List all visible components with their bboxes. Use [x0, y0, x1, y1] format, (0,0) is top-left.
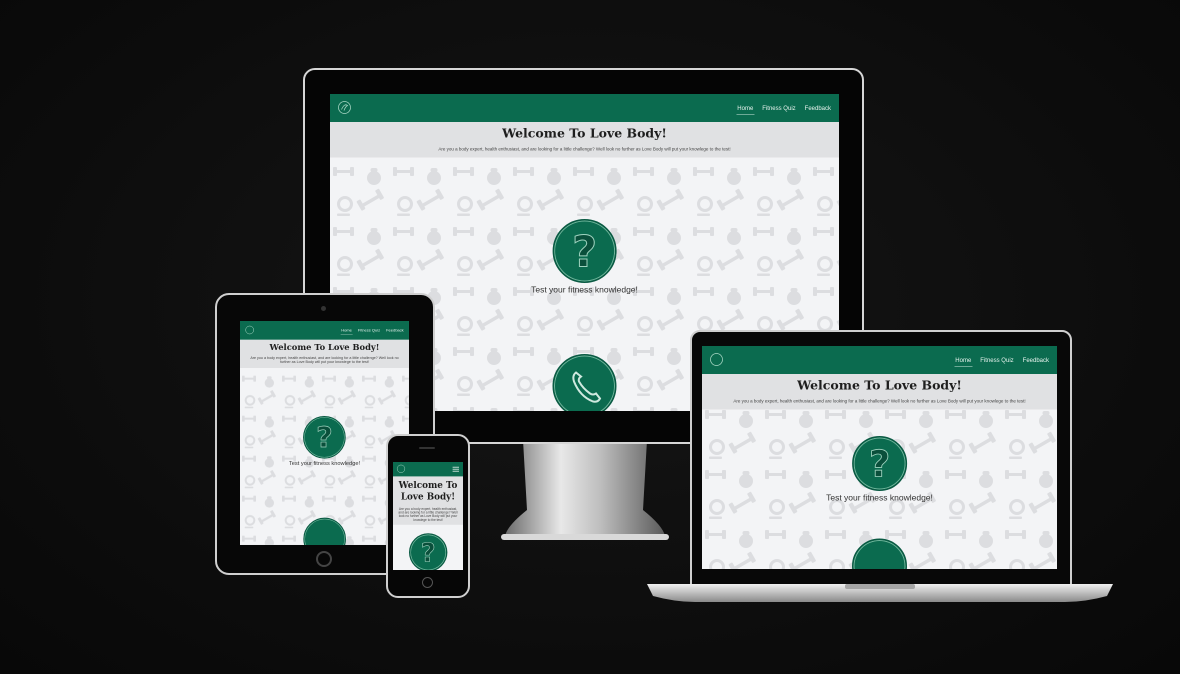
nav-link-home[interactable]: Home: [340, 326, 353, 335]
page-title: Welcome To Love Body!: [398, 480, 458, 502]
logo-icon[interactable]: [396, 464, 406, 474]
nav-link-feedback[interactable]: Feedback: [1022, 354, 1050, 367]
svg-text:?: ?: [572, 228, 597, 278]
quiz-card-label: Test your fitness knowledge!: [531, 285, 638, 295]
laptop-screen: Home Fitness Quiz Feedback Welcome To Lo…: [702, 346, 1057, 569]
svg-text:?: ?: [869, 443, 890, 486]
nav-link-fitness-quiz[interactable]: Fitness Quiz: [979, 354, 1014, 367]
hamburger-icon[interactable]: [452, 466, 459, 472]
page-title: Welcome To Love Body!: [269, 342, 380, 352]
contact-card[interactable]: [303, 517, 346, 545]
phone-speaker: [419, 447, 435, 449]
quiz-card-label: Test your fitness knowledge!: [288, 459, 361, 467]
contact-card[interactable]: [552, 354, 617, 411]
nav-link-home[interactable]: Home: [736, 101, 755, 115]
laptop-base: [647, 584, 1113, 602]
logo-icon[interactable]: [709, 352, 724, 367]
nav-link-feedback[interactable]: Feedback: [804, 102, 832, 115]
navbar: Home Fitness Quiz Feedback: [330, 94, 839, 122]
phone-icon[interactable]: [852, 538, 907, 569]
logo-icon[interactable]: [337, 100, 352, 115]
tablet-home-button[interactable]: [316, 551, 332, 567]
contact-card[interactable]: [852, 538, 907, 569]
quiz-card[interactable]: ? Test your fitness knowledge!: [826, 436, 933, 503]
tablet-screen: Home Fitness Quiz Feedback Welcome To Lo…: [240, 321, 409, 545]
question-mark-icon[interactable]: ?: [303, 415, 346, 459]
quiz-card[interactable]: ? Test your fitness knowledge!: [288, 415, 361, 467]
svg-text:?: ?: [421, 538, 436, 568]
page-title: Welcome To Love Body!: [502, 126, 667, 141]
nav-link-fitness-quiz[interactable]: Fitness Quiz: [357, 326, 381, 335]
phone-icon[interactable]: [303, 517, 346, 545]
laptop-device: Home Fitness Quiz Feedback Welcome To Lo…: [645, 328, 1115, 608]
intro-text: Are you a body expert, health enthusiast…: [438, 146, 731, 152]
nav-link-home[interactable]: Home: [954, 353, 973, 367]
phone-icon[interactable]: [552, 354, 617, 411]
intro-text: Are you a body expert, health enthusiast…: [733, 398, 1026, 404]
tablet-camera: [321, 306, 326, 311]
question-mark-icon[interactable]: ?: [552, 219, 617, 283]
logo-icon[interactable]: [245, 325, 255, 335]
quiz-card-label: Test your fitness knowledge!: [826, 493, 933, 503]
hero-section: Welcome To Love Body! Are you a body exp…: [330, 122, 839, 158]
svg-text:?: ?: [316, 421, 333, 455]
quiz-card[interactable]: ?: [408, 533, 448, 570]
nav-link-feedback[interactable]: Feedback: [385, 326, 404, 335]
nav-link-fitness-quiz[interactable]: Fitness Quiz: [761, 102, 796, 115]
question-mark-icon[interactable]: ?: [408, 533, 448, 570]
intro-text: Are you a body expert, health enthusiast…: [250, 355, 399, 364]
page-title: Welcome To Love Body!: [797, 378, 962, 393]
quiz-card[interactable]: ? Test your fitness knowledge!: [531, 219, 638, 295]
phone-device: Welcome To Love Body! Are you a body exp…: [386, 434, 470, 598]
phone-home-button[interactable]: [422, 577, 433, 588]
intro-text: Are you a body expert, health enthusiast…: [398, 507, 458, 522]
phone-screen: Welcome To Love Body! Are you a body exp…: [393, 462, 463, 570]
question-mark-icon[interactable]: ?: [852, 436, 907, 491]
